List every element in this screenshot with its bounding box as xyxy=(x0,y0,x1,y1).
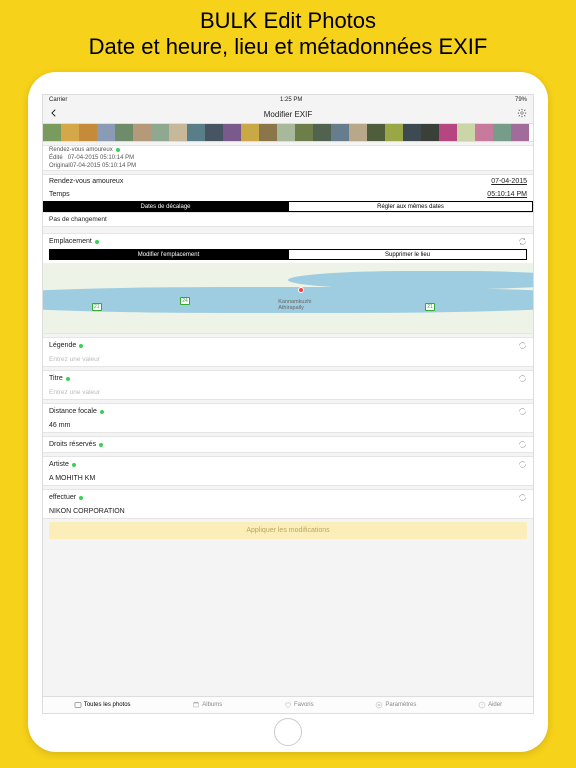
tab-bar: Toutes les photos Albums Favoris Paramèt… xyxy=(43,696,533,713)
thumbnail[interactable] xyxy=(349,124,367,142)
battery: 79% xyxy=(515,97,527,103)
thumbnail[interactable] xyxy=(133,124,151,142)
focal-field: Distance focale 46 mm xyxy=(43,403,533,433)
location-header: Emplacement xyxy=(43,234,533,249)
seg-offset-dates[interactable]: Dates de décalage xyxy=(43,201,288,212)
promo-header: BULK Edit Photos Date et heure, lieu et … xyxy=(0,0,576,66)
focal-value[interactable]: 46 mm xyxy=(43,419,533,432)
refresh-icon[interactable] xyxy=(518,341,527,350)
thumbnail[interactable] xyxy=(475,124,493,142)
thumbnail[interactable] xyxy=(169,124,187,142)
nav-bar: Modifier EXIF xyxy=(43,105,533,124)
thumbnail[interactable] xyxy=(511,124,529,142)
date-value[interactable]: 07-04-2015 xyxy=(491,178,527,185)
tab-all-photos[interactable]: Toutes les photos xyxy=(74,701,131,709)
status-dot-icon xyxy=(99,443,103,447)
status-dot-icon xyxy=(100,410,104,414)
status-dot-icon xyxy=(66,377,70,381)
promo-title: BULK Edit Photos xyxy=(0,8,576,34)
thumbnail[interactable] xyxy=(223,124,241,142)
titre-input[interactable]: Entrez une valeur xyxy=(43,386,533,399)
date-mode-segment[interactable]: Dates de décalage Régler aux mêmes dates xyxy=(43,201,533,212)
status-dot-icon xyxy=(79,496,83,500)
apply-button[interactable]: Appliquer les modifications xyxy=(49,522,527,539)
artiste-field: Artiste A MOHITH KM xyxy=(43,456,533,486)
status-dot-icon xyxy=(95,240,99,244)
status-dot-icon xyxy=(72,463,76,467)
thumbnail[interactable] xyxy=(439,124,457,142)
clock: 1:25 PM xyxy=(280,97,302,103)
thumbnail[interactable] xyxy=(43,124,61,142)
tab-settings[interactable]: Paramètres xyxy=(375,701,416,709)
seg-delete-location[interactable]: Supprimer le lieu xyxy=(288,249,527,260)
effectuer-field: effectuer NIKON CORPORATION xyxy=(43,489,533,519)
settings-button[interactable] xyxy=(517,108,527,120)
time-row[interactable]: Temps 05:10:14 PM xyxy=(43,188,533,201)
map-view[interactable]: 21 24 21 KannamkuzhiAthirapally xyxy=(43,263,533,333)
no-change-label: Pas de changement xyxy=(43,213,533,227)
carrier: Carrier xyxy=(49,97,67,103)
thumbnail[interactable] xyxy=(421,124,439,142)
thumbnail[interactable] xyxy=(403,124,421,142)
screen: Carrier 1:25 PM 79% Modifier EXIF Rendez… xyxy=(42,94,534,714)
seg-edit-location[interactable]: Modifier l'emplacement xyxy=(49,249,288,260)
map-pin-icon[interactable] xyxy=(298,287,304,293)
thumbnail[interactable] xyxy=(115,124,133,142)
thumbnail[interactable] xyxy=(241,124,259,142)
home-button[interactable] xyxy=(274,718,302,746)
thumbnail[interactable] xyxy=(187,124,205,142)
status-bar: Carrier 1:25 PM 79% xyxy=(43,95,533,105)
thumbnail[interactable] xyxy=(151,124,169,142)
thumbnail[interactable] xyxy=(205,124,223,142)
date-header-row: Rendez-vous amoureux xyxy=(43,146,533,154)
refresh-icon[interactable] xyxy=(518,407,527,416)
route-shield: 24 xyxy=(180,297,190,305)
thumbnail[interactable] xyxy=(367,124,385,142)
thumbnail[interactable] xyxy=(277,124,295,142)
route-shield: 21 xyxy=(92,303,102,311)
refresh-icon[interactable] xyxy=(518,460,527,469)
refresh-icon[interactable] xyxy=(518,493,527,502)
legende-input[interactable]: Entrez une valeur xyxy=(43,353,533,366)
seg-same-dates[interactable]: Régler aux mêmes dates xyxy=(288,201,533,212)
thumbnail[interactable] xyxy=(259,124,277,142)
time-value[interactable]: 05:10:14 PM xyxy=(487,191,527,198)
thumbnail[interactable] xyxy=(385,124,403,142)
thumbnail[interactable] xyxy=(313,124,331,142)
thumbnail[interactable] xyxy=(331,124,349,142)
effectuer-value[interactable]: NIKON CORPORATION xyxy=(43,505,533,518)
promo-subtitle: Date et heure, lieu et métadonnées EXIF xyxy=(0,34,576,60)
status-dot-icon xyxy=(79,344,83,348)
status-dot-icon xyxy=(116,148,120,152)
date-row[interactable]: Rendez-vous amoureux 07-04-2015 xyxy=(43,175,533,188)
back-button[interactable] xyxy=(49,108,59,120)
location-section: Emplacement Modifier l'emplacement Suppr… xyxy=(43,233,533,334)
thumbnail-strip[interactable] xyxy=(43,124,533,142)
route-shield: 21 xyxy=(425,303,435,311)
date-summary-section: Rendez-vous amoureux Édité 07-04-2015 05… xyxy=(43,145,533,171)
thumbnail[interactable] xyxy=(97,124,115,142)
droits-field: Droits réservés xyxy=(43,436,533,453)
thumbnail[interactable] xyxy=(493,124,511,142)
ipad-frame: Carrier 1:25 PM 79% Modifier EXIF Rendez… xyxy=(28,72,548,752)
thumbnail[interactable] xyxy=(457,124,475,142)
refresh-icon[interactable] xyxy=(518,374,527,383)
refresh-icon[interactable] xyxy=(518,237,527,246)
location-mode-segment[interactable]: Modifier l'emplacement Supprimer le lieu xyxy=(49,249,527,260)
tab-albums[interactable]: Albums xyxy=(192,701,222,709)
page-title: Modifier EXIF xyxy=(264,110,312,119)
date-edit-section: Rendez-vous amoureux 07-04-2015 Temps 05… xyxy=(43,174,533,213)
refresh-icon[interactable] xyxy=(518,440,527,449)
thumbnail[interactable] xyxy=(295,124,313,142)
artiste-value[interactable]: A MOHITH KM xyxy=(43,472,533,485)
thumbnail[interactable] xyxy=(61,124,79,142)
titre-field: Titre Entrez une valeur xyxy=(43,370,533,400)
tab-favorites[interactable]: Favoris xyxy=(284,701,314,709)
thumbnail[interactable] xyxy=(79,124,97,142)
tab-help[interactable]: Aider xyxy=(478,701,502,709)
legende-field: Légende Entrez une valeur xyxy=(43,337,533,367)
